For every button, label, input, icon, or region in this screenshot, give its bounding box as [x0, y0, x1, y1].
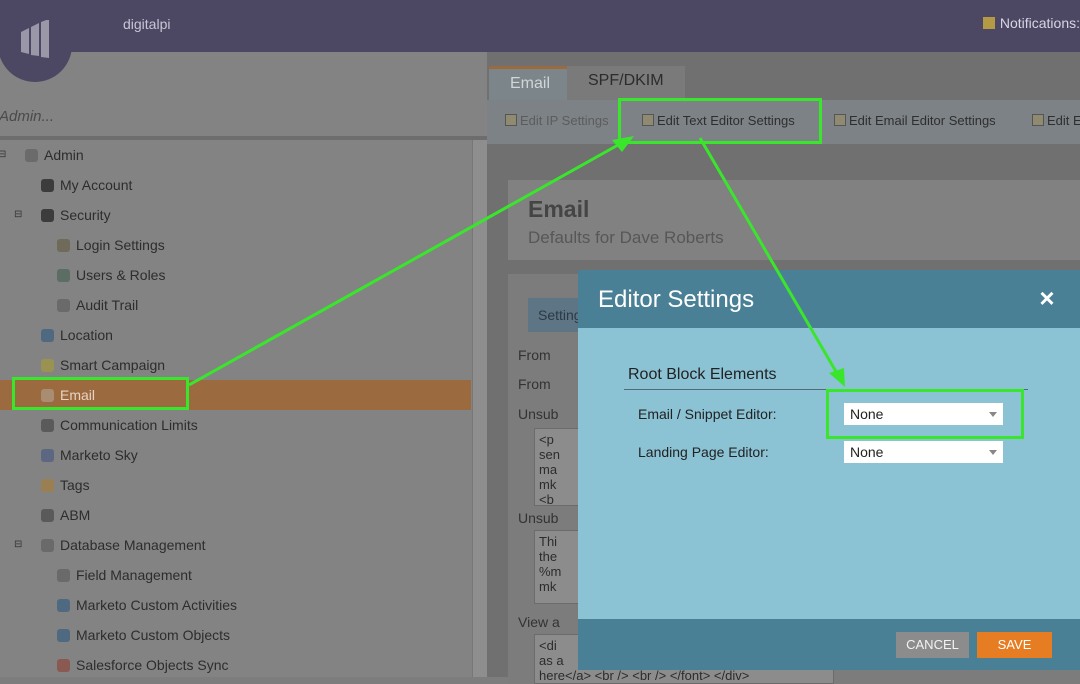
arrow-line-email-to-toolbar [188, 143, 619, 387]
arrow-head-toolbar [612, 136, 634, 152]
arrow-line-toolbar-to-select [698, 137, 840, 376]
annotation-arrows [188, 136, 845, 387]
arrow-head-select [829, 368, 845, 387]
